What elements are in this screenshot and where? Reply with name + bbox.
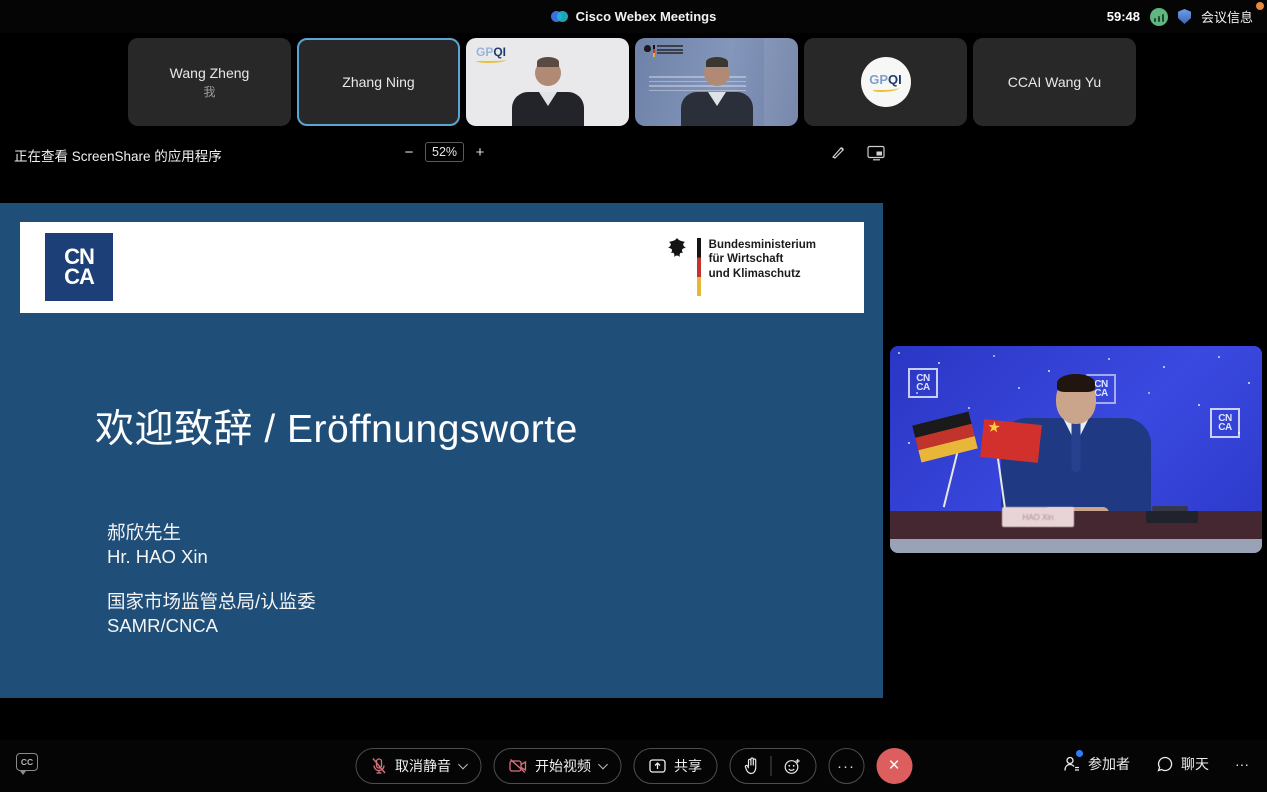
participants-button[interactable]: 参加者 — [1063, 754, 1130, 774]
share-status-text: 正在查看 ScreenShare 的应用程序 — [14, 145, 222, 165]
start-video-button[interactable]: 开始视频 — [493, 748, 621, 784]
participant-name: CCAI Wang Yu — [1008, 74, 1101, 90]
cnca-watermark: CNCA — [908, 368, 938, 398]
german-flag — [912, 412, 977, 463]
speaker-name-cn: 郝欣先生 — [107, 521, 316, 545]
unmute-label: 取消静音 — [395, 756, 451, 776]
reactions-smiley-icon[interactable] — [783, 757, 801, 775]
participants-icon — [1063, 755, 1081, 773]
gpqi-logo-text: QI — [888, 72, 902, 87]
flag-pole — [943, 449, 959, 508]
divider — [770, 756, 771, 776]
participant-tile-zhang-ning-active[interactable]: Zhang Ning — [297, 38, 460, 126]
speaker-org-en: SAMR/CNCA — [107, 614, 316, 638]
slide-title: 欢迎致辞 / Eröffnungsworte — [95, 398, 578, 454]
participant-tile-wang-zheng[interactable]: Wang Zheng 我 — [128, 38, 291, 126]
participants-label: 参加者 — [1088, 754, 1130, 774]
participant-silhouette — [512, 92, 584, 126]
cnca-logo-text: CA — [64, 267, 94, 287]
participants-notification-dot — [1076, 750, 1083, 757]
bmwk-logo — [644, 45, 683, 57]
chat-label: 聊天 — [1181, 754, 1209, 774]
background-text-decoration — [649, 76, 746, 91]
participant-name: Wang Zheng — [170, 65, 250, 81]
chat-button[interactable]: 聊天 — [1156, 754, 1209, 774]
notification-dot — [1256, 2, 1264, 10]
gpqi-logo-text: GP — [869, 72, 888, 87]
shield-icon — [1178, 9, 1191, 24]
gpqi-avatar: GPQI — [861, 57, 911, 107]
start-video-label: 开始视频 — [535, 756, 591, 776]
gpqi-logo: GPQI — [476, 46, 506, 63]
cnca-watermark: CNCA — [1210, 408, 1240, 438]
participant-tile-ccai-wang-yu[interactable]: CCAI Wang Yu — [973, 38, 1136, 126]
participant-tile-video-gpqi[interactable]: GPQI — [466, 38, 629, 126]
app-title: Cisco Webex Meetings — [576, 9, 717, 24]
slide-speaker-block: 郝欣先生 Hr. HAO Xin 国家市场监管总局/认监委 SAMR/CNCA — [107, 521, 316, 638]
more-panels-button[interactable]: ··· — [1235, 756, 1249, 772]
chinese-flag: ★ — [980, 419, 1042, 463]
camera-off-icon — [508, 758, 527, 774]
floating-speaker-video[interactable]: CNCA CNCA CNCA ★ HAO Xin — [890, 346, 1262, 553]
starfield-decoration — [898, 352, 900, 354]
meeting-toolbar: CC 取消静音 开始视频 共享 — [0, 740, 1267, 792]
webex-logo-icon — [551, 10, 569, 23]
participant-tile-gpqi-avatar[interactable]: GPQI — [804, 38, 967, 126]
participant-silhouette — [535, 60, 561, 86]
chevron-down-icon[interactable] — [458, 759, 468, 769]
german-flag-stripe — [697, 238, 701, 296]
unmute-button[interactable]: 取消静音 — [355, 748, 481, 784]
chevron-down-icon[interactable] — [598, 759, 608, 769]
background-graphic — [764, 38, 798, 126]
books-on-desk — [1146, 511, 1198, 523]
mic-muted-icon — [370, 757, 387, 775]
bmwk-ministry-logo: Bundesministerium für Wirtschaft und Kli… — [665, 236, 816, 296]
ministry-name-line: für Wirtschaft — [709, 252, 816, 266]
os-title-bar: Cisco Webex Meetings 59:48 会议信息 — [0, 0, 1267, 33]
meeting-timer: 59:48 — [1107, 9, 1140, 24]
zoom-level-value[interactable]: 52% — [425, 142, 464, 162]
participant-name: Zhang Ning — [342, 74, 414, 90]
meeting-info-button[interactable]: 会议信息 — [1201, 7, 1253, 26]
leave-meeting-button[interactable]: × — [876, 748, 912, 784]
pip-view-icon[interactable] — [867, 145, 886, 161]
share-screen-icon — [648, 758, 666, 774]
share-button[interactable]: 共享 — [633, 748, 717, 784]
share-label: 共享 — [674, 756, 702, 776]
federal-eagle-icon — [665, 236, 689, 262]
participant-silhouette — [704, 60, 730, 86]
zoom-out-button[interactable]: − — [402, 144, 416, 161]
participant-silhouette — [681, 92, 753, 126]
gpqi-logo-text: GP — [476, 45, 493, 59]
annotate-icon[interactable] — [830, 144, 847, 161]
ministry-name-line: und Klimaschutz — [709, 267, 816, 281]
name-plate: HAO Xin — [1002, 507, 1074, 527]
participant-self-label: 我 — [203, 83, 215, 100]
reactions-pill — [729, 748, 816, 784]
raise-hand-icon[interactable] — [744, 757, 758, 775]
speaker-org-cn: 国家市场监管总局/认监委 — [107, 590, 316, 614]
share-control-bar: 正在查看 ScreenShare 的应用程序 − 52% + — [0, 140, 1267, 168]
zoom-in-button[interactable]: + — [473, 144, 487, 161]
gpqi-logo-text: QI — [493, 45, 506, 59]
connection-quality-icon[interactable] — [1150, 8, 1168, 26]
speaker-name-de: Hr. HAO Xin — [107, 545, 316, 569]
participant-filmstrip: Wang Zheng 我 Zhang Ning GPQI GPQI CCAI W… — [128, 38, 1136, 126]
closed-captions-button[interactable]: CC — [16, 753, 38, 771]
desk-edge — [890, 539, 1262, 553]
shared-screen-slide: CN CA Bundesministerium für Wirtschaft u… — [0, 203, 883, 698]
more-options-button[interactable]: ··· — [828, 748, 864, 784]
shared-content-stage: CN CA Bundesministerium für Wirtschaft u… — [0, 168, 1267, 740]
participant-tile-video-bmwk[interactable] — [635, 38, 798, 126]
chat-bubble-icon — [1156, 755, 1174, 773]
cnca-logo: CN CA — [45, 233, 113, 301]
ministry-name-line: Bundesministerium — [709, 238, 816, 252]
desk — [890, 511, 1262, 539]
slide-header: CN CA Bundesministerium für Wirtschaft u… — [20, 222, 864, 313]
speaker-head — [1056, 378, 1096, 424]
